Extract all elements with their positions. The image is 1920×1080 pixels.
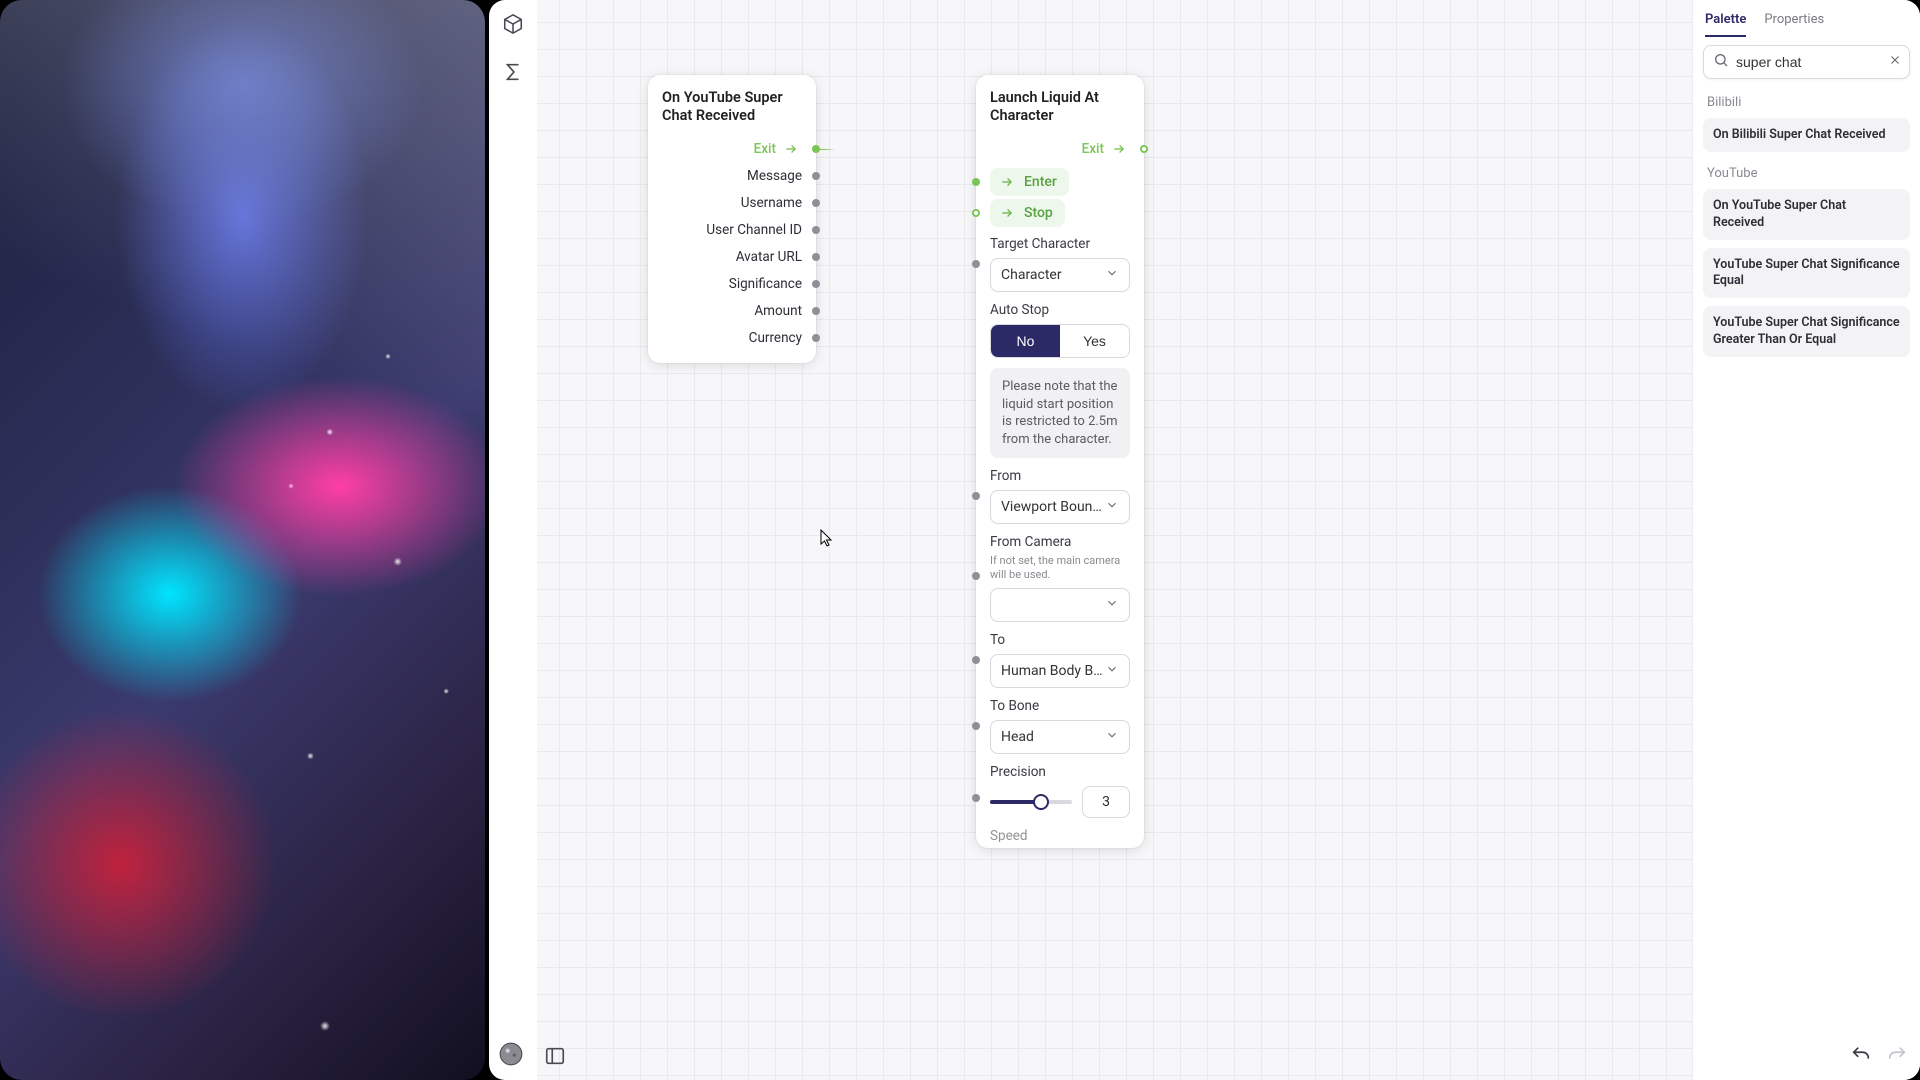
- cube-icon[interactable]: [497, 8, 529, 40]
- palette-item[interactable]: YouTube Super Chat Significance Equal: [1703, 248, 1910, 299]
- select-to[interactable]: Human Body Bo…: [990, 654, 1130, 688]
- palette-group-bilibili: Bilibili: [1693, 85, 1920, 114]
- redo-button[interactable]: [1886, 1044, 1908, 1070]
- port-amount[interactable]: Amount: [662, 297, 802, 324]
- label-target-character: Target Character: [990, 236, 1130, 252]
- port-from[interactable]: [972, 492, 980, 500]
- port-user-channel-id[interactable]: User Channel ID: [662, 216, 802, 243]
- editor-toolbar: [497, 8, 529, 88]
- editor-bottom-tools: [497, 1040, 571, 1072]
- clear-search-icon[interactable]: [1888, 53, 1902, 71]
- palette-group-youtube: YouTube: [1693, 156, 1920, 185]
- search-icon: [1713, 52, 1729, 72]
- port-to[interactable]: [972, 656, 980, 664]
- label-auto-stop: Auto Stop: [990, 302, 1130, 318]
- blueprint-editor: On YouTube Super Chat Received Exit Mess…: [489, 0, 1920, 1080]
- port-significance[interactable]: Significance: [662, 270, 802, 297]
- select-target-character[interactable]: Character: [990, 258, 1130, 292]
- port-exit[interactable]: Exit: [662, 135, 802, 162]
- port-precision[interactable]: [972, 794, 980, 802]
- undo-button[interactable]: [1850, 1044, 1872, 1070]
- port-to-bone[interactable]: [972, 722, 980, 730]
- port-currency[interactable]: Currency: [662, 324, 802, 351]
- hint-liquid-restriction: Please note that the liquid start positi…: [990, 368, 1130, 458]
- graph-canvas[interactable]: On YouTube Super Chat Received Exit Mess…: [537, 0, 1692, 1080]
- cursor-icon: [820, 529, 832, 547]
- palette-item[interactable]: YouTube Super Chat Significance Greater …: [1703, 306, 1910, 357]
- node-youtube-superchat[interactable]: On YouTube Super Chat Received Exit Mess…: [648, 75, 816, 363]
- tab-properties[interactable]: Properties: [1764, 8, 1824, 37]
- label-from: From: [990, 468, 1130, 484]
- slider-precision[interactable]: [990, 792, 1072, 812]
- port-exit[interactable]: Exit: [990, 135, 1130, 162]
- precision-value[interactable]: 3: [1082, 786, 1130, 818]
- palette-ball-icon[interactable]: [497, 1040, 525, 1068]
- viewport-preview[interactable]: [0, 0, 485, 1080]
- undo-redo: [1850, 1044, 1908, 1070]
- node-launch-liquid[interactable]: Launch Liquid At Character Exit Enter: [976, 75, 1144, 848]
- segmented-auto-stop[interactable]: No Yes: [990, 324, 1130, 358]
- port-username[interactable]: Username: [662, 189, 802, 216]
- port-from-camera[interactable]: [972, 572, 980, 580]
- port-target-character[interactable]: [972, 260, 980, 268]
- search-input[interactable]: [1703, 45, 1910, 79]
- sublabel-from-camera: If not set, the main camera will be used…: [990, 554, 1130, 582]
- palette-item[interactable]: On YouTube Super Chat Received: [1703, 189, 1910, 240]
- port-message[interactable]: Message: [662, 162, 802, 189]
- node-title: Launch Liquid At Character: [990, 89, 1130, 125]
- auto-stop-yes[interactable]: Yes: [1060, 325, 1129, 357]
- panel-toggle-icon[interactable]: [539, 1040, 571, 1072]
- select-from-camera[interactable]: [990, 588, 1130, 622]
- auto-stop-no[interactable]: No: [991, 325, 1060, 357]
- port-stop[interactable]: Stop: [990, 199, 1130, 226]
- label-from-camera: From Camera: [990, 534, 1130, 550]
- port-enter[interactable]: Enter: [990, 168, 1130, 195]
- side-panel: Palette Properties Bilibili On Bilibili …: [1692, 0, 1920, 1080]
- sigma-icon[interactable]: [497, 56, 529, 88]
- select-to-bone[interactable]: Head: [990, 720, 1130, 754]
- label-to-bone: To Bone: [990, 698, 1130, 714]
- label-to: To: [990, 632, 1130, 648]
- palette-item[interactable]: On Bilibili Super Chat Received: [1703, 118, 1910, 152]
- port-avatar-url[interactable]: Avatar URL: [662, 243, 802, 270]
- label-precision: Precision: [990, 764, 1130, 780]
- node-title: On YouTube Super Chat Received: [662, 89, 802, 125]
- panel-tabs: Palette Properties: [1693, 0, 1920, 37]
- select-from[interactable]: Viewport Bound…: [990, 490, 1130, 524]
- tab-palette[interactable]: Palette: [1705, 8, 1746, 37]
- label-speed: Speed: [990, 828, 1130, 842]
